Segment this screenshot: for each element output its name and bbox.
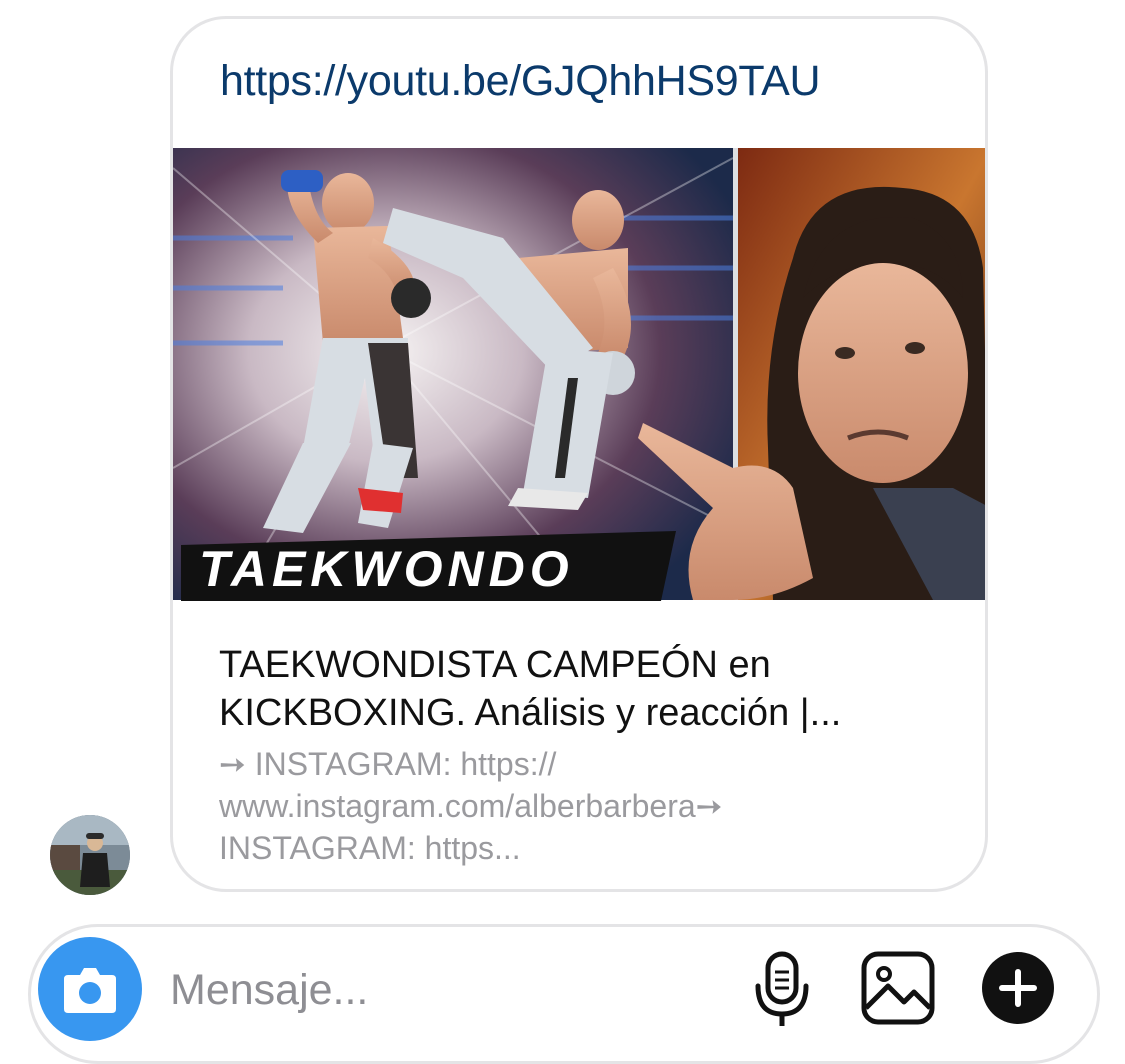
link-message-bubble[interactable]: https://youtu.be/GJQhhHS9TAU TAEKWONDO T… xyxy=(170,16,988,892)
camera-button[interactable] xyxy=(38,937,142,1041)
image-gallery-icon[interactable] xyxy=(860,950,936,1026)
sender-avatar[interactable] xyxy=(50,815,130,895)
plus-circle-icon[interactable] xyxy=(980,950,1056,1026)
thumbnail-overlay-text: TAEKWONDO xyxy=(199,541,574,597)
microphone-icon[interactable] xyxy=(750,950,814,1030)
link-preview-description: ➙ INSTAGRAM: https:// www.instagram.com/… xyxy=(219,746,723,866)
camera-icon xyxy=(64,968,116,1013)
link-url[interactable]: https://youtu.be/GJQhhHS9TAU xyxy=(220,57,821,106)
avatar-image xyxy=(50,815,130,895)
thumbnail-title-overlay: TAEKWONDO xyxy=(181,531,676,601)
message-input[interactable] xyxy=(170,958,710,1022)
link-preview-title: TAEKWONDISTA CAMPEÓN en KICKBOXING. Anál… xyxy=(219,644,842,734)
